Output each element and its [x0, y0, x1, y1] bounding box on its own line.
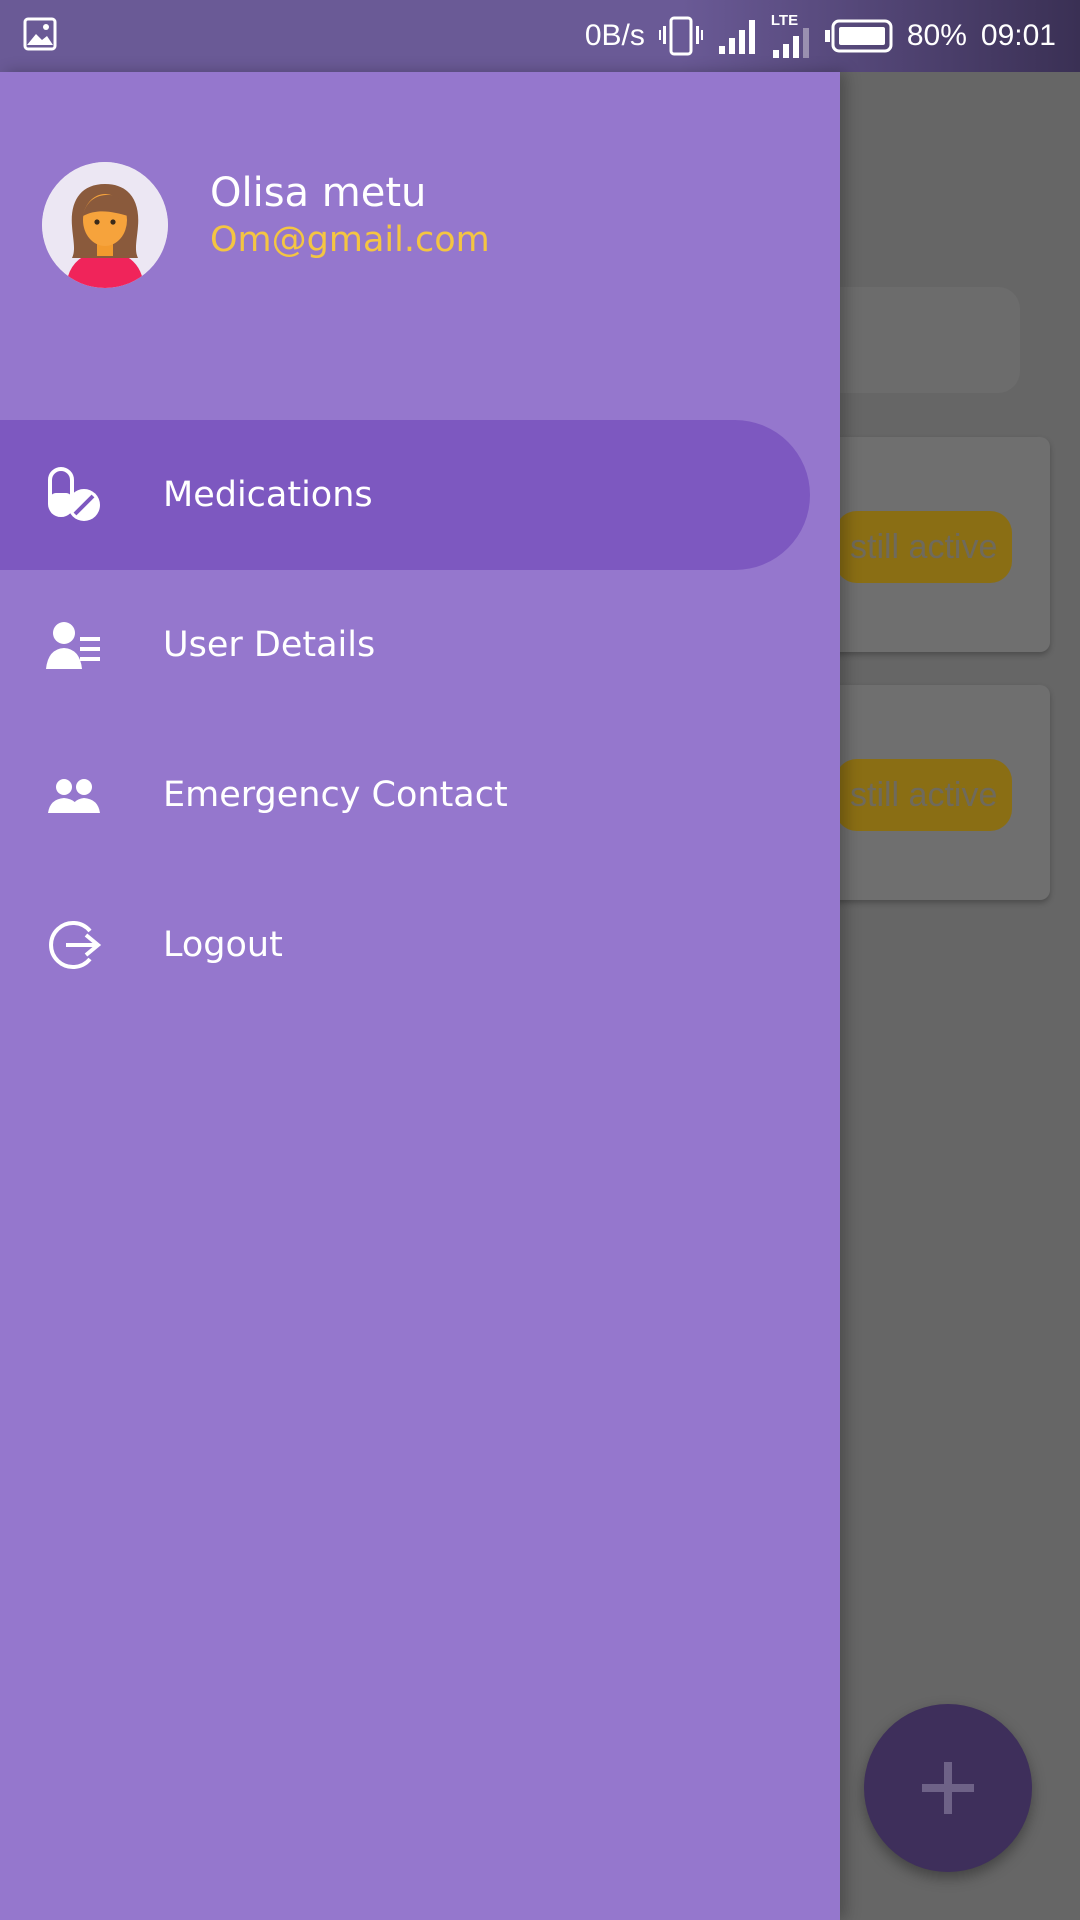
menu-item-emergency-contact[interactable]: Emergency Contact: [0, 720, 840, 870]
battery-icon: [824, 19, 893, 53]
clock: 09:01: [980, 19, 1056, 52]
status-bar: 0B/s LTE 80% 09:01: [0, 0, 1080, 72]
menu-item-label: Logout: [163, 925, 283, 965]
add-button[interactable]: [864, 1704, 1032, 1872]
drawer-menu: Medications User Details Emergency Conta…: [0, 420, 840, 1020]
user-avatar-icon: [42, 162, 168, 288]
avatar[interactable]: [42, 162, 168, 288]
status-badge: still active: [835, 511, 1013, 583]
menu-item-label: User Details: [163, 625, 376, 665]
navigation-drawer: Olisa metu Om@gmail.com Medications User…: [0, 72, 840, 1920]
user-details-icon: [46, 622, 100, 669]
status-badge: still active: [835, 759, 1013, 831]
lte-label: LTE: [770, 12, 799, 29]
menu-item-logout[interactable]: Logout: [0, 870, 840, 1020]
battery-percent: 80%: [906, 19, 967, 52]
user-name: Olisa metu: [210, 170, 427, 216]
image-icon: [23, 17, 57, 51]
lte-signal: LTE: [770, 12, 811, 58]
vibrate-icon: [658, 16, 703, 56]
menu-item-medications[interactable]: Medications: [0, 420, 810, 570]
logout-icon: [49, 921, 102, 969]
user-email: Om@gmail.com: [210, 220, 490, 260]
network-speed: 0B/s: [584, 19, 645, 52]
menu-item-label: Emergency Contact: [163, 775, 508, 815]
menu-item-label: Medications: [163, 475, 373, 515]
plus-icon: [922, 1762, 974, 1814]
signal-icon: [718, 20, 755, 54]
people-icon: [48, 779, 100, 813]
lte-signal-icon: [772, 28, 809, 58]
menu-item-user-details[interactable]: User Details: [0, 570, 840, 720]
pill-icon: [48, 467, 100, 521]
